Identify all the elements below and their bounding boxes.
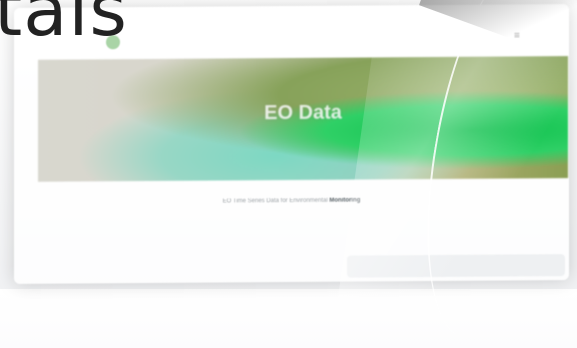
description-text (80, 210, 560, 213)
tagline-text: EO Time Series Data for Environmental (222, 197, 328, 205)
tagline: EO Time Series Data for Environmental Mo… (14, 196, 569, 206)
menu-icon[interactable]: ≡ (514, 30, 526, 42)
tagline-emphasis: Monitoring (329, 197, 361, 204)
content-placeholder (347, 254, 565, 278)
main-navigation (219, 32, 519, 46)
hero-banner: EO Data (38, 56, 568, 182)
hero-title: EO Data (264, 101, 342, 125)
overlay-heading: tals (0, 0, 128, 52)
